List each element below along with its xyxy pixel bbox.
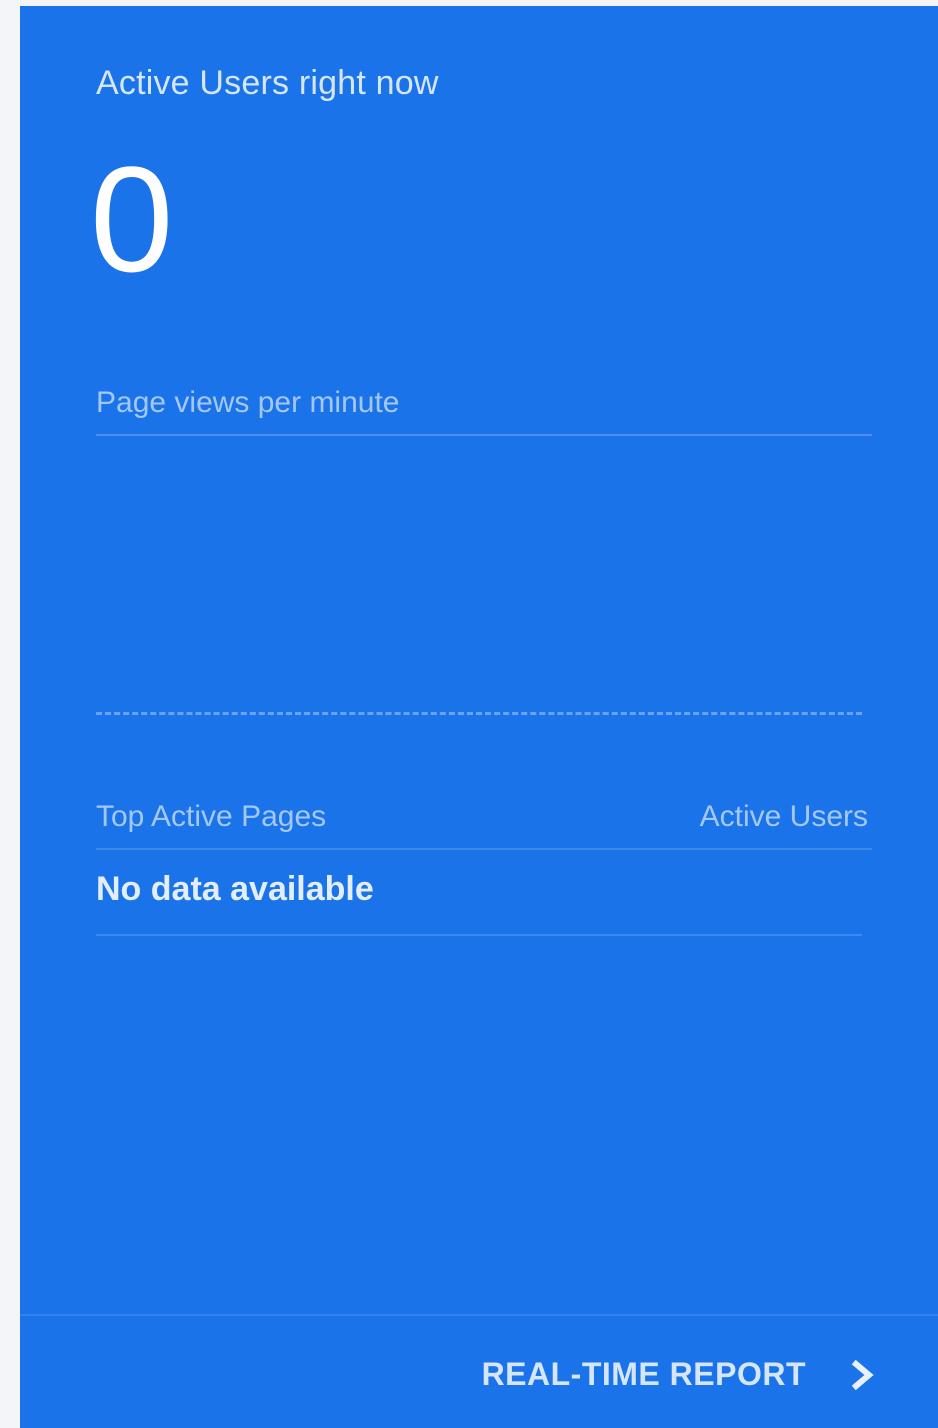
- table-header-divider: [96, 848, 872, 850]
- pageviews-label: Page views per minute: [96, 386, 400, 419]
- card-title: Active Users right now: [96, 64, 439, 102]
- realtime-report-link[interactable]: REAL-TIME REPORT: [482, 1356, 876, 1393]
- chevron-right-icon: [850, 1359, 876, 1390]
- realtime-report-label: REAL-TIME REPORT: [481, 1356, 806, 1392]
- col-header-top-active-pages: Top Active Pages: [96, 800, 327, 833]
- footer-divider: [20, 1314, 938, 1316]
- active-users-count: 0: [90, 135, 174, 303]
- chart-baseline: [96, 712, 862, 715]
- no-data-message: No data available: [96, 870, 374, 908]
- realtime-card: Active Users right now 0 Page views per …: [20, 6, 938, 1428]
- pageviews-chart: [96, 436, 872, 712]
- col-header-active-users: Active Users: [699, 800, 868, 833]
- table-row-divider: [96, 934, 862, 936]
